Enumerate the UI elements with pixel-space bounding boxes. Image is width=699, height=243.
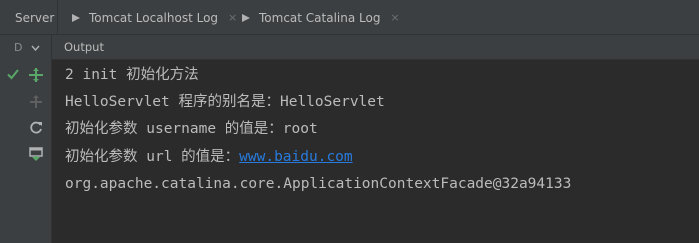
tab-tomcat-catalina-log[interactable]: Tomcat Catalina Log × <box>236 0 406 35</box>
log-icon <box>71 13 81 23</box>
tab-tomcat-catalina-log-label: Tomcat Catalina Log <box>259 10 381 25</box>
output-header: Output <box>52 35 699 60</box>
console-line: 初始化参数 username 的值是：root <box>65 121 318 137</box>
chevron-down-icon[interactable] <box>31 41 41 54</box>
sub-header: D Output <box>0 35 699 60</box>
update-icon[interactable] <box>28 146 44 162</box>
undeploy-icon[interactable] <box>28 94 44 110</box>
deploy-icon[interactable] <box>28 67 44 83</box>
deployment-header[interactable]: D <box>0 35 52 60</box>
tab-tomcat-localhost-log-label: Tomcat Localhost Log <box>89 10 219 25</box>
console-line: HelloServlet 程序的别名是：HelloServlet <box>65 94 385 110</box>
console-output[interactable]: 2 init 初始化方法 HelloServlet 程序的别名是：HelloSe… <box>52 60 699 243</box>
console-line: 初始化参数 url 的值是：www.baidu.com <box>65 148 353 166</box>
refresh-icon[interactable] <box>28 120 44 136</box>
check-icon <box>6 66 20 80</box>
deployment-header-label: D <box>14 41 23 54</box>
console-line-prefix: 初始化参数 url 的值是： <box>65 149 240 165</box>
url-link[interactable]: www.baidu.com <box>239 149 353 165</box>
left-toolbar <box>0 60 52 243</box>
tab-tomcat-localhost-log[interactable]: Tomcat Localhost Log × <box>58 0 237 35</box>
output-label: Output <box>64 40 104 54</box>
tab-bar: Server Tomcat Localhost Log × Tomcat Cat… <box>0 0 699 35</box>
console-line: org.apache.catalina.core.ApplicationCont… <box>65 176 572 192</box>
services-tool-window: Server Tomcat Localhost Log × Tomcat Cat… <box>0 0 699 243</box>
tab-server-label: Server <box>15 10 55 25</box>
log-icon <box>241 13 251 23</box>
console-line: 2 init 初始化方法 <box>65 67 199 83</box>
close-icon[interactable]: × <box>390 11 399 24</box>
tab-server[interactable]: Server <box>0 0 58 35</box>
